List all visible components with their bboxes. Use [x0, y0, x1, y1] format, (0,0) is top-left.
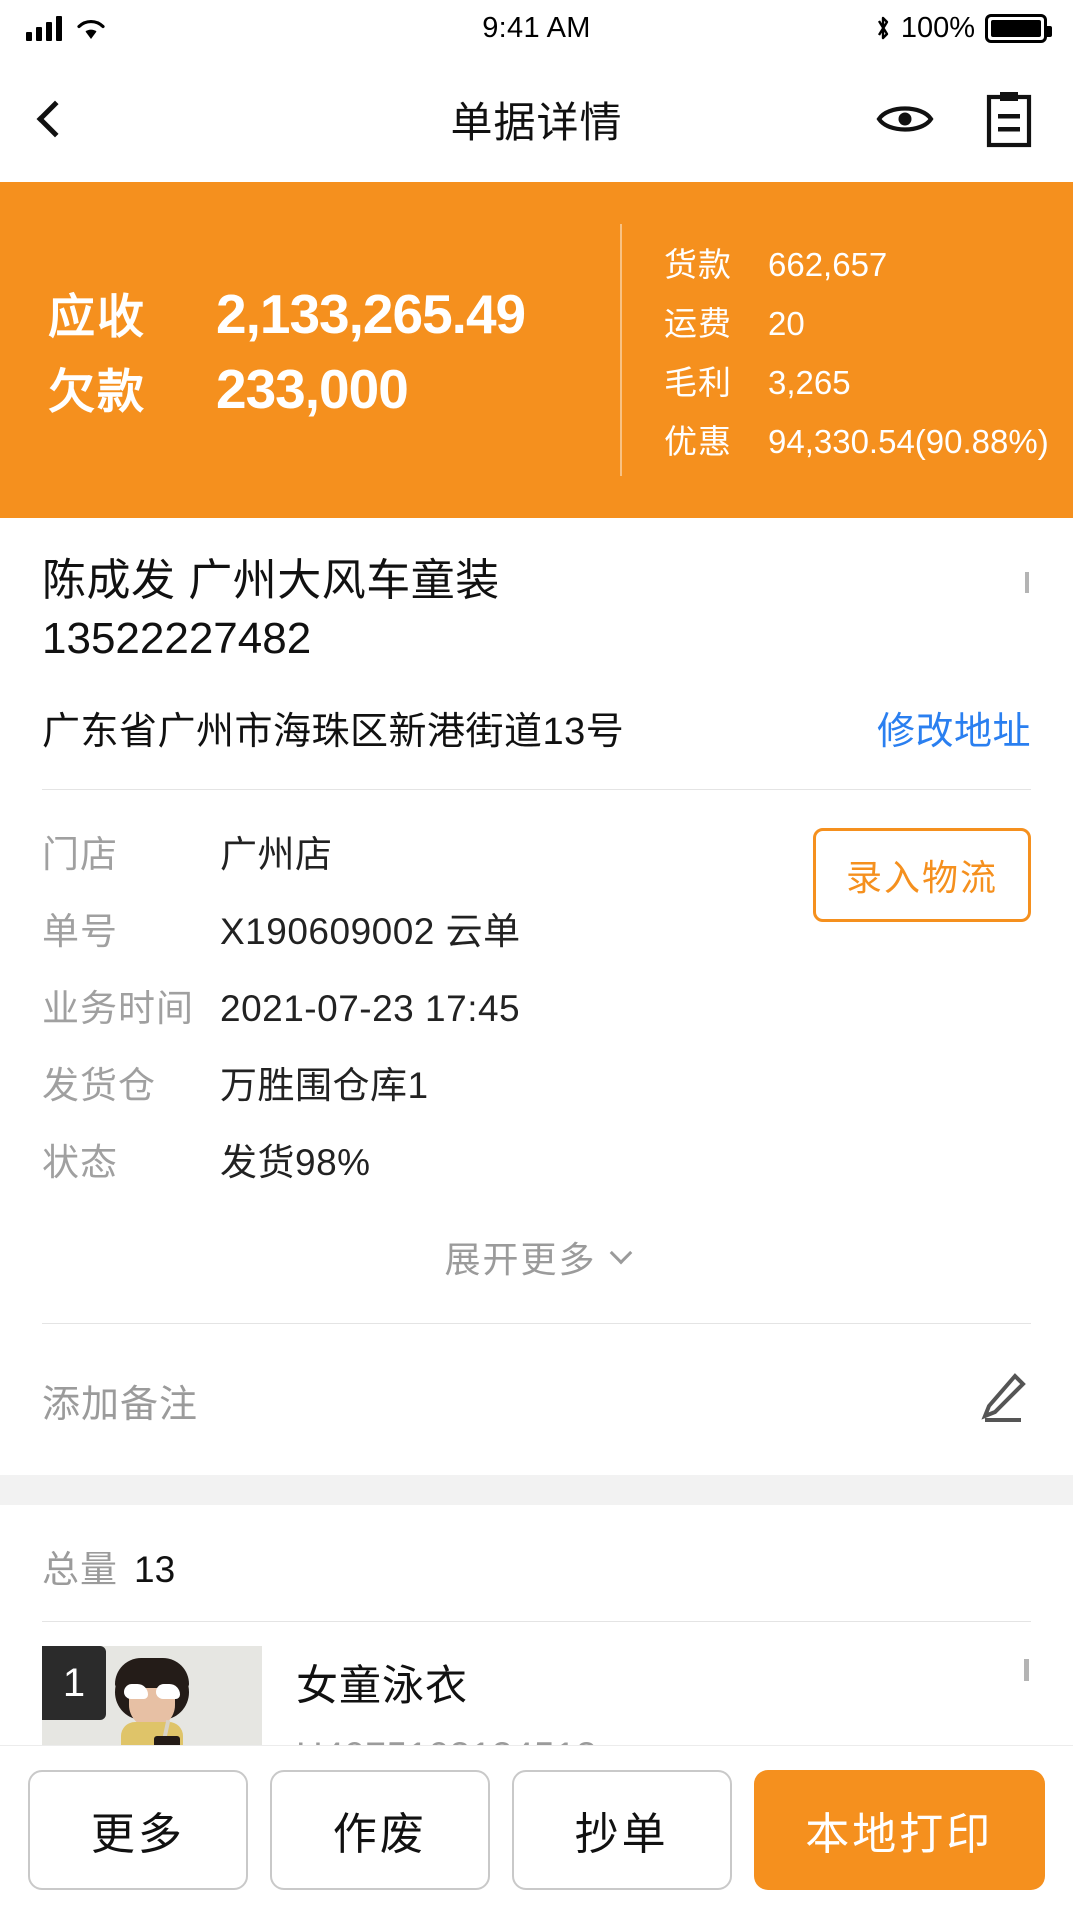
customer-phone: 13522227482	[42, 614, 312, 664]
expand-more-label: 展开更多	[444, 1239, 597, 1281]
nav-bar: 单据详情	[0, 56, 1073, 182]
customer-address: 广东省广州市海珠区新港街道13号	[42, 711, 625, 754]
app-screen: 9:41 AM 100% 单据详情 应收 2,133,265.49 欠款 233…	[0, 0, 1073, 1913]
info-value: 2021-07-23 17:45	[220, 988, 521, 1030]
receivable-row: 应收 2,133,265.49	[48, 278, 620, 347]
order-info-section: 门店 广州店 单号 X190609002 云单 业务时间 2021-07-23 …	[0, 790, 1073, 1323]
debt-value: 233,000	[216, 358, 409, 420]
stat-label: 毛利	[664, 363, 732, 401]
info-label: 状态	[42, 1142, 118, 1184]
eye-icon[interactable]	[875, 89, 935, 149]
receivable-value: 2,133,265.49	[216, 283, 526, 345]
clipboard-icon[interactable]	[979, 89, 1039, 149]
more-button[interactable]: 更多	[28, 1769, 248, 1890]
add-remark-label: 添加备注	[42, 1384, 199, 1427]
stat-label: 货款	[664, 245, 732, 283]
summary-stats: 货款 662,657 运费 20 毛利 3,265 优惠 94,330.54(9…	[622, 227, 1073, 474]
nav-actions	[875, 89, 1039, 149]
enter-logistics-button[interactable]: 录入物流	[812, 828, 1031, 923]
customer-name: 陈成发 广州大风车童装	[42, 556, 500, 605]
local-print-button[interactable]: 本地打印	[753, 1769, 1045, 1890]
chevron-right-icon	[1024, 1659, 1029, 1682]
stat-value: 94,330.54(90.88%)	[768, 422, 1049, 460]
stat-value: 20	[768, 304, 805, 342]
summary-banner: 应收 2,133,265.49 欠款 233,000 货款 662,657 运费…	[0, 182, 1073, 518]
edit-address-link[interactable]: 修改地址	[877, 700, 1031, 755]
void-button[interactable]: 作废	[269, 1769, 490, 1890]
total-value: 13	[134, 1549, 176, 1591]
info-row: 业务时间 2021-07-23 17:45	[42, 978, 1031, 1032]
pencil-icon[interactable]	[975, 1370, 1031, 1431]
info-label: 发货仓	[42, 1065, 156, 1107]
debt-label: 欠款	[48, 365, 146, 418]
stat-label: 运费	[664, 304, 732, 342]
total-quantity-row: 总量 13	[0, 1505, 1073, 1621]
info-label: 单号	[42, 911, 118, 953]
remark-row[interactable]: 添加备注	[0, 1324, 1073, 1475]
stat-label: 优惠	[664, 422, 732, 460]
customer-section[interactable]: 陈成发 广州大风车童装 13522227482 广东省广州市海珠区新港街道13号…	[0, 518, 1073, 790]
info-row: 发货仓 万胜围仓库1	[42, 1055, 1031, 1109]
total-label: 总量	[42, 1549, 118, 1591]
stat-row: 货款 662,657	[664, 238, 1073, 286]
item-index-badge: 1	[42, 1646, 106, 1721]
status-time: 9:41 AM	[482, 11, 591, 44]
stat-row: 运费 20	[664, 297, 1073, 345]
stat-row: 优惠 94,330.54(90.88%)	[664, 415, 1073, 463]
status-bar: 9:41 AM 100%	[0, 0, 1073, 56]
chevron-down-icon	[609, 1241, 632, 1265]
product-name: 女童泳衣	[296, 1662, 469, 1710]
stat-value: 3,265	[768, 363, 851, 401]
battery-full-icon	[985, 13, 1052, 43]
product-detail-arrow[interactable]	[1024, 1659, 1029, 1682]
debt-row: 欠款 233,000	[48, 353, 620, 422]
receivable-label: 应收	[48, 290, 146, 343]
stat-row: 毛利 3,265	[664, 356, 1073, 404]
customer-detail-arrow[interactable]	[1025, 572, 1029, 594]
section-gap	[0, 1475, 1073, 1506]
copy-order-button[interactable]: 抄单	[511, 1769, 732, 1890]
stat-value: 662,657	[768, 245, 888, 283]
chevron-right-icon	[1025, 572, 1029, 593]
info-value: X190609002 云单	[220, 911, 521, 953]
bottom-action-bar: 更多 作废 抄单 本地打印	[0, 1745, 1073, 1913]
expand-more-button[interactable]: 展开更多	[42, 1209, 1031, 1323]
info-row: 状态 发货98%	[42, 1132, 1031, 1186]
info-value: 万胜围仓库1	[220, 1065, 429, 1107]
info-value: 发货98%	[220, 1142, 371, 1184]
summary-amounts: 应收 2,133,265.49 欠款 233,000	[48, 272, 620, 428]
info-label: 门店	[42, 834, 118, 876]
address-row: 广东省广州市海珠区新港街道13号 修改地址	[42, 668, 1031, 789]
info-label: 业务时间	[42, 988, 194, 1030]
info-value: 广州店	[220, 834, 333, 876]
